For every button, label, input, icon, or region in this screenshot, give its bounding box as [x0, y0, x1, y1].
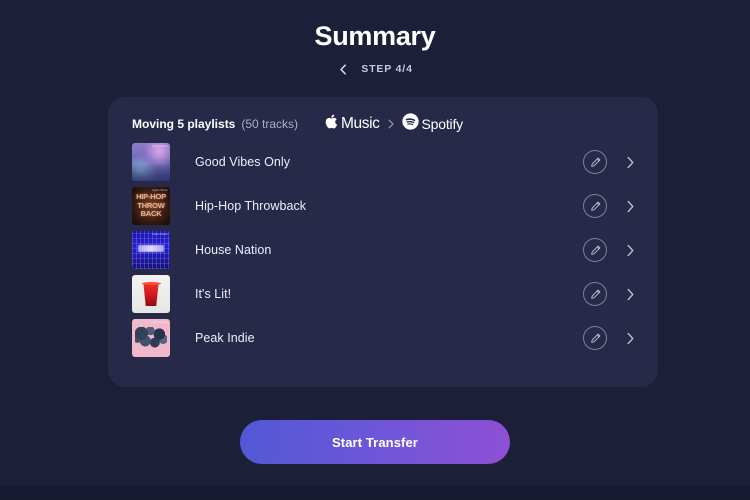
summary-card: Moving 5 playlists (50 tracks) Music Spo…: [108, 97, 658, 387]
playlist-title: Peak Indie: [195, 331, 255, 345]
its-lit-cover: Apple Music: [132, 275, 170, 313]
source-service-name: Music: [341, 115, 380, 132]
edit-playlist-button[interactable]: [583, 194, 607, 218]
cover-service-badge: Apple Music: [152, 321, 168, 324]
playlist-title: It's Lit!: [195, 287, 232, 301]
track-count-label: (50 tracks): [241, 117, 299, 131]
page-title: Summary: [314, 21, 436, 51]
moving-playlists-label: Moving 5 playlists: [132, 117, 236, 131]
apple-logo-icon: [324, 113, 338, 135]
playlist-detail-chevron-right-icon[interactable]: [624, 242, 636, 258]
step-indicator: STEP 4/4: [0, 63, 750, 76]
spotify-logo-icon: [401, 113, 419, 135]
transfer-direction-chevron-right-icon: [387, 119, 395, 129]
playlist-detail-chevron-right-icon[interactable]: [624, 154, 636, 170]
playlist-row-actions: [583, 282, 638, 306]
playlist-row[interactable]: Apple Music Peak Indie: [128, 316, 638, 360]
chevron-left-icon[interactable]: [337, 63, 350, 76]
page-header: Summary STEP 4/4: [0, 0, 750, 76]
destination-service-spotify: Spotify: [401, 113, 464, 135]
playlist-row-actions: [583, 150, 638, 174]
cta-container: Start Transfer: [0, 420, 750, 464]
playlist-title: Hip-Hop Throwback: [195, 199, 307, 213]
peak-indie-cover: Apple Music: [132, 319, 170, 357]
playlist-row-actions: [583, 326, 638, 350]
playlist-list: Apple Music Good Vibes Only HIP-HOP THRO…: [128, 140, 638, 360]
playlist-title: House Nation: [195, 243, 272, 257]
hip-hop-throwback-cover: HIP-HOP THROW BACK Apple Music: [132, 187, 170, 225]
playlist-detail-chevron-right-icon[interactable]: [624, 330, 636, 346]
start-transfer-button[interactable]: Start Transfer: [240, 420, 510, 464]
playlist-row[interactable]: HIP-HOP THROW BACK Apple Music Hip-Hop T…: [128, 184, 638, 228]
playlist-row[interactable]: Apple Music House Nation: [128, 228, 638, 272]
playlist-row[interactable]: Apple Music Good Vibes Only: [128, 140, 638, 184]
cover-service-badge: Apple Music: [152, 277, 168, 280]
bottom-edge-strip: [0, 486, 750, 500]
edit-playlist-button[interactable]: [583, 238, 607, 262]
playlist-row[interactable]: Apple Music It's Lit!: [128, 272, 638, 316]
cover-service-badge: Apple Music: [152, 233, 168, 236]
edit-playlist-button[interactable]: [583, 282, 607, 306]
playlist-row-actions: [583, 194, 638, 218]
cover-text-line-3: BACK: [140, 209, 162, 219]
cover-service-badge: Apple Music: [152, 189, 168, 192]
playlist-title: Good Vibes Only: [195, 155, 291, 169]
edit-playlist-button[interactable]: [583, 326, 607, 350]
transfer-services: Music Spotify: [324, 113, 463, 135]
playlist-detail-chevron-right-icon[interactable]: [624, 198, 636, 214]
good-vibes-only-cover: Apple Music: [132, 143, 170, 181]
edit-playlist-button[interactable]: [583, 150, 607, 174]
playlist-row-actions: [583, 238, 638, 262]
house-nation-cover: Apple Music: [132, 231, 170, 269]
cover-service-badge: Apple Music: [152, 145, 168, 148]
playlist-detail-chevron-right-icon[interactable]: [624, 286, 636, 302]
source-service-apple-music: Music: [324, 113, 380, 135]
destination-service-name: Spotify: [421, 116, 464, 132]
card-header: Moving 5 playlists (50 tracks) Music Spo…: [128, 113, 638, 135]
step-label: STEP 4/4: [361, 63, 413, 76]
